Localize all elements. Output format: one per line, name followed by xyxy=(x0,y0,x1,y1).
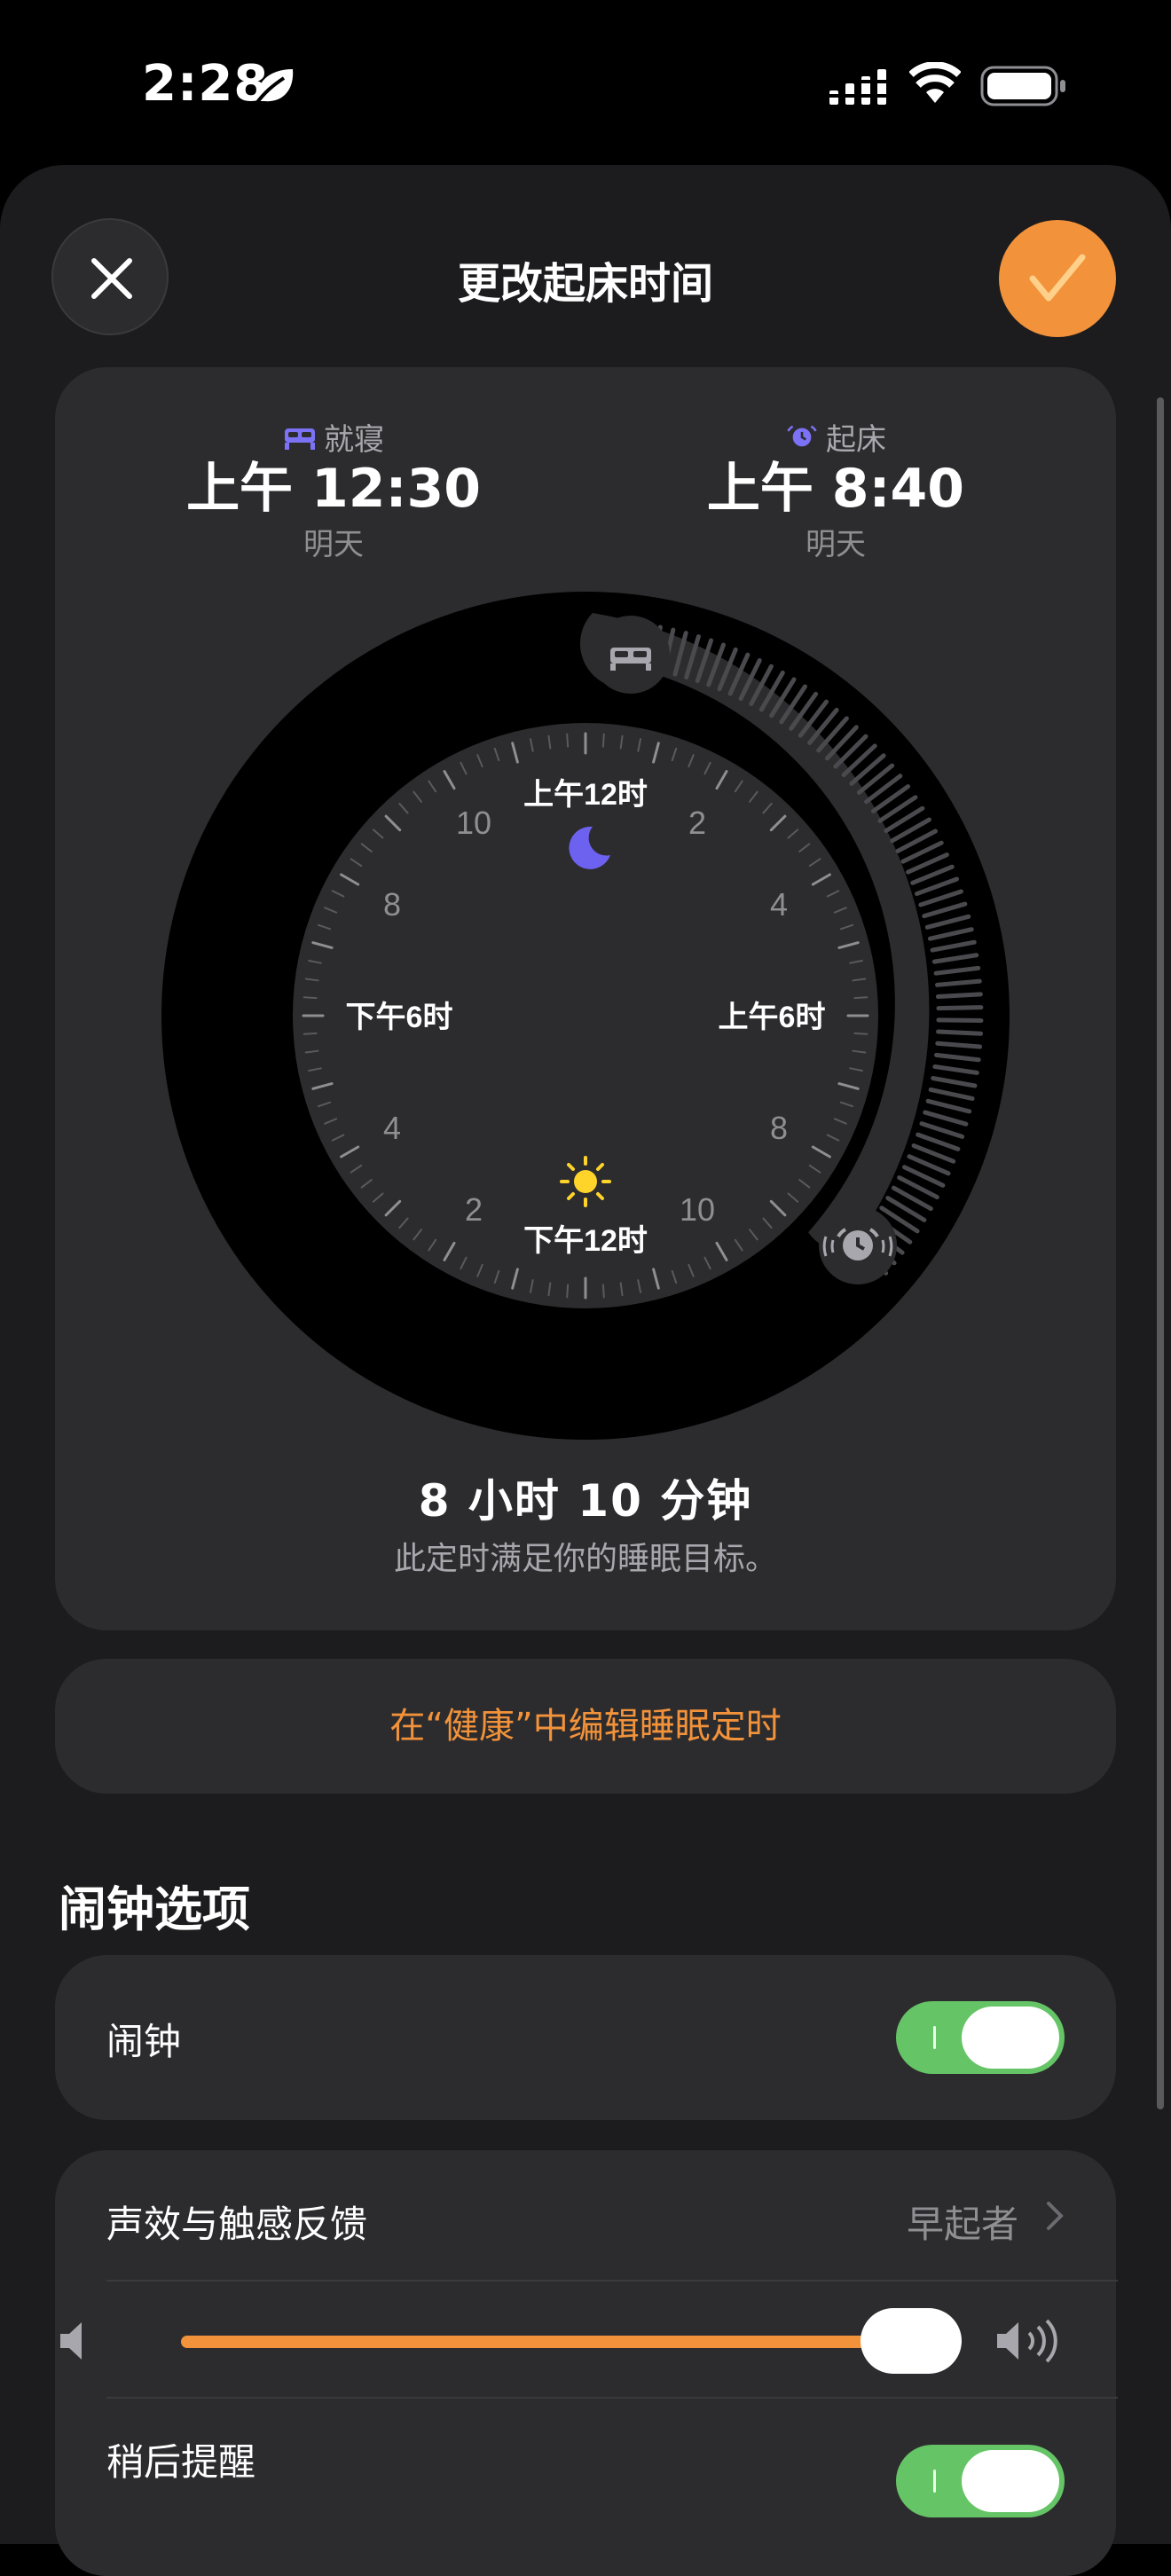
sleep-arc-tick xyxy=(935,992,983,999)
clock-number-10pm: 10 xyxy=(456,805,491,841)
sun-icon xyxy=(560,1156,611,1207)
clock-tick xyxy=(853,1032,868,1035)
alarm-settings-card: 声效与触感反馈 早起者 稍后提醒 xyxy=(55,2150,1118,2576)
clock-number-4pm: 4 xyxy=(383,1110,401,1146)
clock-number-2pm: 2 xyxy=(465,1191,483,1228)
snooze-label: 稍后提醒 xyxy=(106,2440,256,2484)
alarm-row: 闹钟 xyxy=(55,1955,1116,2120)
chevron-right-icon xyxy=(1047,2202,1064,2230)
edit-in-health-button[interactable]: 在“健康”中编辑睡眠定时 xyxy=(55,1659,1116,1794)
sleep-arc-tick xyxy=(936,1029,984,1036)
snooze-toggle[interactable] xyxy=(896,2445,1065,2517)
clock-number-8am: 8 xyxy=(770,1110,788,1146)
clock-tick xyxy=(601,733,605,748)
clock-number-2am: 2 xyxy=(688,805,706,841)
edit-in-health-label: 在“健康”中编辑睡眠定时 xyxy=(389,1706,782,1747)
sound-haptics-label[interactable]: 声效与触感反馈 xyxy=(106,2195,367,2249)
alarm-options-heading: 闹钟选项 xyxy=(59,1881,250,1937)
clock-tick xyxy=(303,996,318,1000)
clock-tick xyxy=(566,1284,570,1299)
clock-tick xyxy=(601,1284,605,1299)
sleep-duration: 8 小时 10 分钟 xyxy=(418,1475,753,1527)
volume-slider-fill xyxy=(181,2336,962,2348)
volume-low-icon xyxy=(60,2322,82,2360)
volume-slider-track[interactable] xyxy=(181,2336,962,2348)
clock-label-midnight: 上午12时 xyxy=(523,778,648,812)
sleep-arc-tick xyxy=(936,1017,984,1023)
divider xyxy=(106,2397,1118,2399)
clock-label-6pm: 下午6时 xyxy=(346,1001,453,1034)
clock-label-6am: 上午6时 xyxy=(719,1001,826,1034)
sleep-goal-note: 此定时满足你的睡眠目标。 xyxy=(393,1541,777,1577)
sound-value[interactable]: 早起者 xyxy=(907,2195,1018,2249)
sleep-arc-tick xyxy=(936,1005,984,1011)
clock-tick xyxy=(303,1032,318,1035)
alarm-toggle[interactable] xyxy=(896,2001,1065,2074)
alarm-label: 闹钟 xyxy=(106,2020,182,2063)
divider xyxy=(106,2280,1118,2281)
clock-number-4am: 4 xyxy=(770,886,788,923)
clock-number-8pm: 8 xyxy=(383,886,401,923)
volume-slider-thumb[interactable] xyxy=(861,2308,962,2374)
volume-high-icon xyxy=(997,2319,1057,2363)
clock-label-noon: 下午12时 xyxy=(523,1224,648,1258)
sleep-schedule-dial[interactable]: 上午12时 上午6时 下午12时 下午6时 2 4 8 10 2 4 8 10 xyxy=(0,0,1171,1508)
clock-number-10am: 10 xyxy=(680,1191,715,1228)
clock-tick xyxy=(566,733,570,748)
clock-tick xyxy=(853,996,868,1000)
